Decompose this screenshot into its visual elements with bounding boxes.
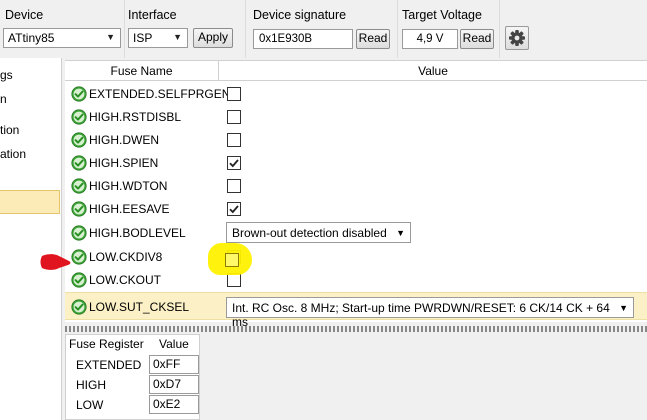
fuse-name: LOW.CKOUT	[89, 273, 162, 287]
read-voltage-button[interactable]: Read	[460, 29, 494, 49]
register-value-high[interactable]: 0xD7	[149, 375, 199, 394]
fuse-row[interactable]: LOW.CKDIV8	[65, 245, 647, 268]
checkmark-icon	[229, 205, 239, 214]
separator	[124, 0, 125, 58]
voltage-field[interactable]: 4,9 V	[402, 29, 458, 49]
fuse-dropdown[interactable]: Int. RC Osc. 8 MHz; Start-up time PWRDWN…	[226, 297, 634, 329]
fuse-row[interactable]: HIGH.SPIEN	[65, 151, 647, 174]
interface-label: Interface	[128, 8, 177, 22]
fuse-row[interactable]: HIGH.WDTON	[65, 174, 647, 197]
register-value-low[interactable]: 0xE2	[149, 395, 199, 414]
interface-select[interactable]: ISP ▼	[128, 28, 188, 48]
checkmark-icon	[229, 159, 239, 168]
check-circle-icon	[71, 249, 87, 265]
chevron-down-icon: ▼	[106, 32, 115, 42]
fuse-checkbox[interactable]	[227, 110, 241, 124]
fuse-name: HIGH.RSTDISBL	[89, 110, 182, 124]
register-name-extended: EXTENDED	[76, 358, 142, 372]
register-header-value: Value	[159, 337, 189, 351]
sidebar-item[interactable]: tion	[0, 123, 19, 137]
check-circle-icon	[71, 272, 87, 288]
fuse-name: LOW.SUT_CKSEL	[89, 300, 190, 314]
register-value-extended[interactable]: 0xFF	[149, 355, 199, 374]
sidebar-item[interactable]: ation	[0, 147, 26, 161]
register-name-low: LOW	[76, 398, 104, 412]
sidebar: gs n tion ation	[0, 58, 62, 420]
column-header-value[interactable]: Value	[219, 61, 647, 81]
signature-label: Device signature	[253, 8, 347, 22]
check-circle-icon	[71, 132, 87, 148]
check-circle-icon	[71, 86, 87, 102]
fuse-name: HIGH.EESAVE	[89, 202, 170, 216]
device-select[interactable]: ATtiny85 ▼	[3, 28, 121, 48]
check-circle-icon	[71, 225, 87, 241]
chevron-down-icon: ▼	[619, 303, 628, 313]
check-circle-icon	[71, 299, 87, 315]
fuse-name: LOW.CKDIV8	[89, 250, 163, 264]
chevron-down-icon: ▼	[173, 32, 182, 42]
fuse-register-table: Fuse Register Value EXTENDED 0xFF HIGH 0…	[65, 334, 200, 420]
voltage-label: Target Voltage	[402, 8, 482, 22]
separator	[245, 0, 246, 58]
fuse-row[interactable]: HIGH.BODLEVEL Brown-out detection disable…	[65, 220, 647, 245]
fuse-name: HIGH.BODLEVEL	[89, 226, 186, 240]
fuse-dropdown-value: Brown-out detection disabled	[232, 226, 387, 240]
settings-button[interactable]	[505, 26, 529, 50]
ckdiv8-checkbox-highlighted	[225, 253, 239, 267]
gear-icon	[509, 30, 525, 46]
fuse-checkbox[interactable]	[227, 273, 241, 287]
fuse-name: EXTENDED.SELFPRGEN	[89, 87, 231, 101]
fuse-checkbox[interactable]	[227, 202, 241, 216]
fuse-row[interactable]: HIGH.RSTDISBL	[65, 105, 647, 128]
check-circle-icon	[71, 178, 87, 194]
fuse-grid: Fuse Name Value EXTENDED.SELFPRGEN HIGH.R…	[65, 60, 647, 329]
read-signature-button[interactable]: Read	[356, 29, 390, 49]
apply-button[interactable]: Apply	[193, 28, 233, 48]
device-label: Device	[5, 8, 44, 22]
fuse-dropdown[interactable]: Brown-out detection disabled ▼	[226, 222, 411, 243]
check-circle-icon	[71, 155, 87, 171]
fuse-row[interactable]: EXTENDED.SELFPRGEN	[65, 82, 647, 105]
pointer-arrow-icon	[40, 254, 71, 270]
fuse-name: HIGH.SPIEN	[89, 156, 159, 170]
check-circle-icon	[71, 109, 87, 125]
check-circle-icon	[71, 201, 87, 217]
column-header-fuse-name[interactable]: Fuse Name	[65, 61, 219, 81]
fuse-checkbox[interactable]	[227, 156, 241, 170]
sidebar-item-selected[interactable]	[0, 190, 60, 214]
toolbar: Device ATtiny85 ▼ Interface ISP ▼ Apply …	[0, 0, 647, 58]
separator	[499, 0, 500, 58]
chevron-down-icon: ▼	[396, 228, 405, 238]
register-name-high: HIGH	[76, 378, 106, 392]
signature-field[interactable]: 0x1E930B	[253, 29, 353, 49]
fuse-name: HIGH.WDTON	[89, 179, 168, 193]
fuse-name: HIGH.DWEN	[89, 133, 159, 147]
fuse-checkbox[interactable]	[227, 179, 241, 193]
device-select-value: ATtiny85	[8, 31, 55, 45]
fuse-row[interactable]: HIGH.DWEN	[65, 128, 647, 151]
interface-select-value: ISP	[133, 31, 153, 45]
fuse-checkbox[interactable]	[227, 133, 241, 147]
separator	[397, 0, 398, 58]
fuse-row[interactable]: LOW.SUT_CKSEL Int. RC Osc. 8 MHz; Start-u…	[65, 292, 647, 329]
fuse-row[interactable]: HIGH.EESAVE	[65, 197, 647, 220]
sidebar-item[interactable]: gs	[0, 68, 13, 82]
sidebar-item[interactable]: n	[0, 92, 7, 106]
splitter-handle[interactable]	[65, 326, 647, 332]
fuse-row[interactable]: LOW.CKOUT	[65, 268, 647, 292]
register-header-name: Fuse Register	[69, 337, 144, 351]
fuse-dropdown-value: Int. RC Osc. 8 MHz; Start-up time PWRDWN…	[232, 301, 610, 329]
fuse-checkbox[interactable]	[227, 87, 241, 101]
